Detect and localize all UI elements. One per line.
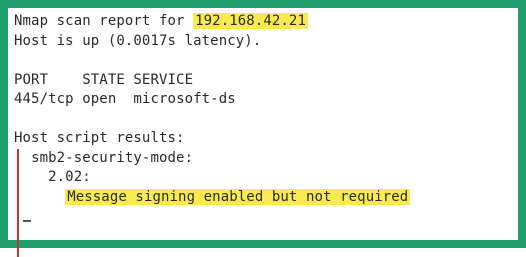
port-service: microsoft-ds xyxy=(133,91,236,107)
smb-version: 2.02: xyxy=(48,169,91,185)
cursor-icon xyxy=(22,220,31,222)
host-status: Host is up (0.0017s latency). xyxy=(14,32,262,49)
script-results-header: Host script results: xyxy=(14,130,185,146)
ip-address: 192.168.42.21 xyxy=(193,13,308,29)
port-state: open xyxy=(82,91,117,107)
report-line: Nmap scan report for 192.168.42.21 xyxy=(14,12,512,32)
port-number: 445/tcp xyxy=(14,91,74,107)
smb-version-line: 2.02: xyxy=(14,168,512,188)
tree-marker xyxy=(17,149,19,257)
report-prefix: Nmap scan report for xyxy=(14,13,194,29)
script-name: smb2-security-mode: xyxy=(31,149,194,166)
cursor-line xyxy=(14,207,512,227)
screenshot-frame: Nmap scan report for 192.168.42.21 Host … xyxy=(0,0,526,257)
ports-header: PORT STATE SERVICE xyxy=(14,71,194,88)
terminal-output: Nmap scan report for 192.168.42.21 Host … xyxy=(14,12,512,257)
port-row: 445/tcp open microsoft-ds xyxy=(14,90,512,110)
signing-line: Message signing enabled but not required xyxy=(14,188,512,208)
script-name-line: smb2-security-mode: xyxy=(14,149,512,169)
signing-message: Message signing enabled but not required xyxy=(65,188,411,205)
